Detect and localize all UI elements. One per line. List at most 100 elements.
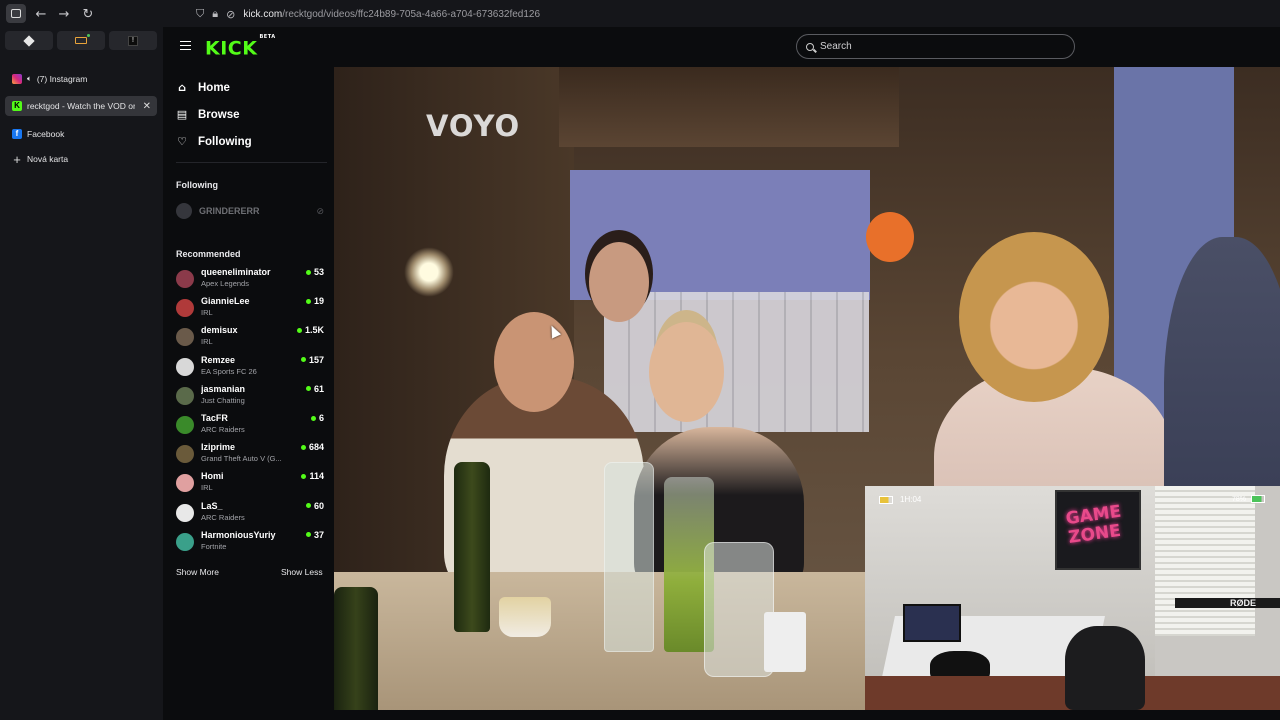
battery-icon — [879, 495, 893, 504]
recommended-channel[interactable]: GiannieLee IRL 19 — [176, 295, 324, 321]
cam-hud-left: 1H:04 — [879, 495, 921, 504]
tab-label: Nová karta — [27, 154, 69, 164]
battery-icon — [75, 34, 90, 44]
show-more-button[interactable]: Show More — [176, 567, 219, 577]
url-text[interactable]: kick.com/recktgod/videos/ffc24b89-705a-4… — [243, 9, 540, 20]
recommended-channel[interactable]: HarmoniousYuriy Fortnite 37 — [176, 529, 324, 555]
recommended-channel[interactable]: TacFR ARC Raiders 6 — [176, 412, 324, 438]
reload-button[interactable]: ↻ — [76, 2, 100, 26]
search-input[interactable]: Search — [796, 34, 1075, 59]
plus-icon: + — [13, 151, 21, 167]
channel-info: GiannieLee IRL — [201, 295, 297, 319]
avatar — [176, 270, 194, 288]
video-player[interactable]: VOYO GAME ZONE RØDE 1H:04 78% — [334, 67, 1280, 710]
recommended-channel[interactable]: Remzee EA Sports FC 26 157 — [176, 354, 324, 380]
viewer-count: 53 — [306, 266, 324, 278]
close-tab-icon[interactable]: ✕ — [143, 101, 151, 112]
channel-name: queeneliminator — [201, 267, 271, 277]
tab-label: recktgod - Watch the VOD on K — [27, 101, 135, 111]
mic-brand: RØDE — [1230, 598, 1257, 608]
pinned-tab-2[interactable] — [57, 31, 105, 50]
channel-category: Fortnite — [201, 541, 227, 551]
channel-category: EA Sports FC 26 — [201, 366, 257, 376]
channel-info: TacFR ARC Raiders — [201, 412, 297, 436]
browse-icon: ▤ — [176, 108, 188, 121]
show-less-button[interactable]: Show Less — [281, 567, 323, 577]
instagram-icon — [12, 74, 22, 84]
channel-info: Remzee EA Sports FC 26 — [201, 354, 294, 378]
kick-logo[interactable]: KICKBETA — [205, 34, 276, 60]
channel-name: jasmanian — [201, 383, 246, 394]
url-path: /recktgod/videos/ffc24b89-705a-4a66-a704… — [282, 8, 541, 20]
game-zone-poster: GAME ZONE — [1055, 490, 1141, 570]
forward-button[interactable]: → — [52, 2, 76, 26]
viewer-count: 114 — [301, 470, 324, 482]
app-icon: ! — [128, 35, 138, 46]
pinned-tab-1[interactable] — [5, 31, 53, 50]
recommended-channel[interactable]: LaS_ ARC Raiders 60 — [176, 500, 324, 526]
arrow-left-icon: ← — [35, 6, 47, 22]
nav-browse[interactable]: ▤ Browse — [176, 108, 240, 121]
recommended-channel[interactable]: Iziprime Grand Theft Auto V (G... 684 — [176, 441, 324, 467]
home-icon: ⌂ — [178, 81, 186, 94]
following-item[interactable]: GRINDERERR ⊘ — [176, 202, 324, 220]
person — [959, 232, 1109, 402]
channel-category: IRL — [201, 308, 213, 318]
site-sidebar: ⌂ Home ▤ Browse ♡ Following Following GRIND… — [163, 67, 334, 720]
shield-icon[interactable]: ⛉ — [196, 7, 204, 21]
recommended-channel[interactable]: demisux IRL 1.5K — [176, 324, 324, 350]
menu-icon[interactable] — [180, 41, 191, 50]
logo-text: KICK — [205, 37, 258, 60]
sidebar-toggle-button[interactable] — [6, 4, 26, 23]
avatar — [176, 386, 194, 405]
nav-home[interactable]: ⌂ Home — [176, 81, 230, 94]
search-icon — [806, 42, 814, 51]
speaker-icon[interactable]: 🔈︎ — [27, 74, 32, 84]
channel-name: LaS_ — [201, 500, 223, 511]
channel-name: Remzee — [201, 354, 236, 365]
lamp — [404, 247, 454, 297]
avatar — [176, 474, 194, 493]
avatar — [176, 357, 194, 376]
site-header: KICKBETA Search — [163, 27, 1280, 67]
channel-info: demisux IRL — [201, 324, 290, 348]
arrow-right-icon: → — [58, 6, 70, 22]
tab-kick[interactable]: K recktgod - Watch the VOD on K ✕ — [5, 96, 157, 116]
url-domain: kick.com — [243, 8, 283, 20]
browser-tabs-panel: ! 🔈︎ (7) Instagram K recktgod - Watch th… — [0, 27, 163, 720]
recommended-channel[interactable]: jasmanian Just Chatting 61 — [176, 383, 324, 409]
webcam-overlay: GAME ZONE RØDE 1H:04 78% — [865, 486, 1280, 710]
channel-category: Just Chatting — [201, 395, 245, 405]
tab-instagram[interactable]: 🔈︎ (7) Instagram — [5, 69, 157, 89]
channel-name: Iziprime — [201, 442, 236, 453]
lock-icon[interactable]: 🔒︎ — [212, 7, 218, 21]
address-bar[interactable]: ⛉ 🔒︎ ⊘ kick.com/recktgod/videos/ffc24b89… — [196, 5, 540, 23]
channel-name: demisux — [201, 325, 238, 336]
tracking-icon[interactable]: ⊘ — [226, 8, 235, 21]
recommended-channel[interactable]: queeneliminator Apex Legends 53 — [176, 266, 324, 292]
tab-new[interactable]: + Nová karta — [5, 149, 157, 169]
nav-following[interactable]: ♡ Following — [176, 135, 252, 148]
nav-label: Following — [198, 135, 252, 148]
channel-name: GiannieLee — [201, 296, 250, 307]
pinned-tab-3[interactable]: ! — [109, 31, 157, 50]
battery-icon — [1251, 495, 1265, 503]
nav-label: Home — [198, 81, 230, 94]
back-button[interactable]: ← — [29, 2, 53, 26]
viewer-count: 6 — [311, 412, 324, 424]
cam-hud-right: 78% — [1232, 495, 1265, 503]
recommended-title: Recommended — [176, 249, 241, 259]
monitor — [903, 604, 961, 642]
tab-facebook[interactable]: f Facebook — [5, 124, 157, 144]
cam-battery-level: 78% — [1231, 495, 1246, 503]
heart-icon: ♡ — [177, 135, 187, 148]
window-blinds — [1155, 486, 1255, 636]
tab-label: (7) Instagram — [36, 74, 88, 84]
channel-name: GRINDERERR — [199, 206, 260, 216]
viewer-count: 684 — [301, 441, 324, 453]
avatar — [176, 416, 194, 434]
viewer-count: 157 — [301, 354, 324, 366]
recommended-channel[interactable]: Homi IRL 114 — [176, 470, 324, 496]
channel-name: TacFR — [201, 413, 228, 423]
avatar — [176, 445, 194, 464]
